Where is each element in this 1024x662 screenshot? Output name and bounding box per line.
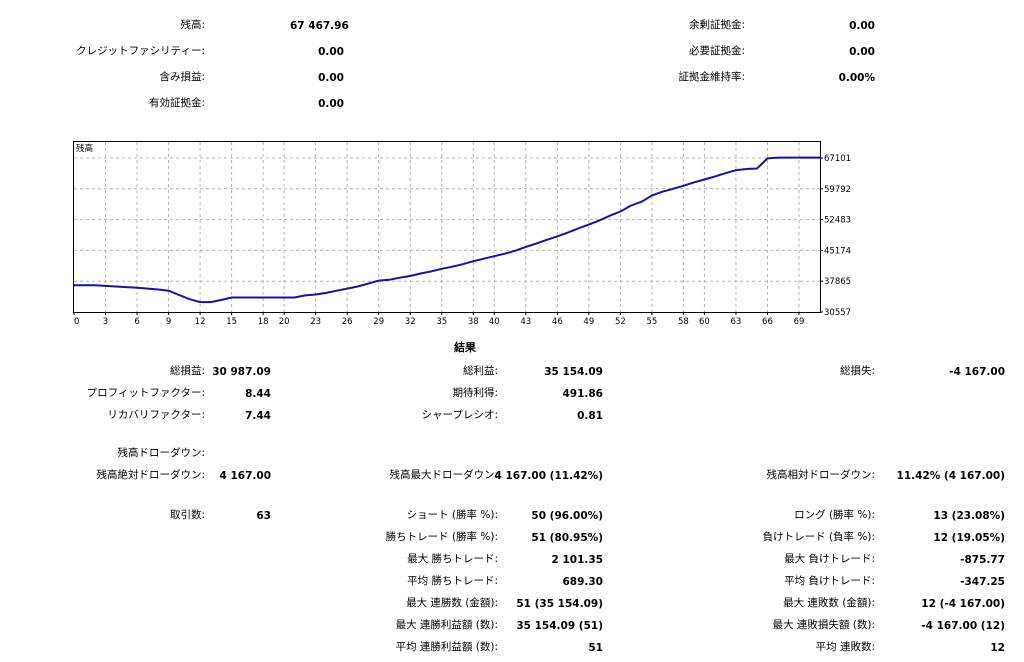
x-tick-label: 43 bbox=[520, 317, 531, 327]
x-tick-label: 69 bbox=[794, 317, 805, 327]
max-dd-value: 4 167.00 (11.42%) bbox=[494, 470, 603, 482]
x-tick-label: 55 bbox=[646, 317, 657, 327]
x-tick-label: 26 bbox=[342, 317, 353, 327]
loss-trades-value: 12 (19.05%) bbox=[933, 532, 1005, 544]
rel-dd-label: 残高相対ドローダウン: bbox=[766, 469, 875, 481]
avg-cons-losses-value: 12 bbox=[990, 642, 1005, 654]
max-win-label: 最大 勝ちトレード: bbox=[407, 553, 498, 565]
y-tick-label: 67101 bbox=[824, 154, 851, 164]
results-title: 結果 bbox=[454, 341, 476, 354]
avg-loss-label: 平均 負けトレード: bbox=[784, 575, 875, 587]
rel-dd-value: 11.42% (4 167.00) bbox=[896, 470, 1005, 482]
max-cons-profit-value: 35 154.09 (51) bbox=[516, 620, 603, 632]
win-trades-value: 51 (80.95%) bbox=[531, 532, 603, 544]
chart-frame bbox=[73, 141, 821, 313]
short-label: ショート (勝率 %): bbox=[406, 509, 498, 521]
y-tick-label: 37865 bbox=[824, 277, 851, 287]
y-tick-label: 52483 bbox=[824, 216, 851, 226]
x-tick-label: 9 bbox=[166, 317, 171, 327]
x-tick-label: 49 bbox=[583, 317, 594, 327]
max-dd-label: 残高最大ドローダウン: bbox=[389, 469, 498, 481]
x-axis: 0 3 6 9 12 15 18 20 23 26 29 32 35 38 40 43 46 49 52 55 58 60… bbox=[73, 312, 805, 327]
max-cons-loss-amt-label: 最大 連敗損失額 (数): bbox=[772, 619, 875, 631]
x-tick-label: 66 bbox=[762, 317, 773, 327]
y-tick-label: 59792 bbox=[824, 185, 851, 195]
loss-trades-label: 負けトレード (負率 %): bbox=[762, 531, 875, 543]
avg-loss-value: -347.25 bbox=[960, 576, 1005, 588]
x-tick-label: 58 bbox=[678, 317, 689, 327]
expected-payoff-label: 期待利得: bbox=[452, 387, 498, 399]
x-tick-label: 60 bbox=[699, 317, 710, 327]
chart-title: 残高 bbox=[76, 143, 93, 154]
abs-dd-value: 4 167.00 bbox=[219, 470, 271, 482]
avg-win-value: 689.30 bbox=[562, 576, 603, 588]
x-tick-label: 15 bbox=[226, 317, 237, 327]
y-tick-label: 30557 bbox=[824, 308, 851, 318]
x-tick-label: 12 bbox=[195, 317, 206, 327]
max-loss-label: 最大 負けトレード: bbox=[784, 553, 875, 565]
sharpe-value: 0.81 bbox=[577, 410, 603, 422]
avg-cons-wins-value: 51 bbox=[588, 642, 603, 654]
max-loss-value: -875.77 bbox=[960, 554, 1005, 566]
gross-total-value: 30 987.09 bbox=[212, 366, 271, 378]
x-tick-label: 29 bbox=[373, 317, 384, 327]
trades-label: 取引数: bbox=[169, 509, 205, 521]
max-cons-profit-label: 最大 連勝利益額 (数): bbox=[395, 619, 498, 631]
long-label: ロング (勝率 %): bbox=[794, 509, 875, 521]
y-tick-label: 45174 bbox=[824, 246, 851, 256]
short-value: 50 (96.00%) bbox=[531, 510, 603, 522]
gross-profit-value: 35 154.09 bbox=[544, 366, 603, 378]
gross-total-label: 総損益: bbox=[169, 365, 205, 377]
max-cons-losses-label: 最大 連敗数 (金額): bbox=[783, 597, 875, 609]
x-tick-label: 52 bbox=[615, 317, 626, 327]
win-trades-label: 勝ちトレード (勝率 %): bbox=[385, 531, 498, 543]
y-axis: 67101 59792 52483 45174 37865 30557 bbox=[820, 154, 851, 318]
gross-profit-label: 総利益: bbox=[462, 365, 498, 377]
x-tick-label: 32 bbox=[405, 317, 416, 327]
x-tick-label: 0 bbox=[74, 317, 79, 327]
avg-cons-losses-label: 平均 連敗数: bbox=[815, 641, 875, 653]
profit-factor-label: プロフィットファクター: bbox=[86, 387, 205, 399]
abs-dd-label: 残高絶対ドローダウン: bbox=[96, 469, 205, 481]
balance-chart: 残高 671015979252483451743786530557 0 3 6 9 12… bbox=[73, 141, 851, 327]
x-tick-label: 23 bbox=[310, 317, 321, 327]
avg-win-label: 平均 勝ちトレード: bbox=[407, 575, 498, 587]
max-cons-wins-value: 51 (35 154.09) bbox=[516, 598, 603, 610]
x-tick-label: 46 bbox=[552, 317, 563, 327]
avg-cons-wins-label: 平均 連勝利益額 (数): bbox=[395, 641, 498, 653]
x-tick-label: 3 bbox=[103, 317, 108, 327]
recovery-factor-value: 7.44 bbox=[245, 410, 271, 422]
recovery-factor-label: リカバリファクター: bbox=[107, 409, 205, 421]
x-tick-label: 38 bbox=[468, 317, 479, 327]
sharpe-label: シャープレシオ: bbox=[421, 409, 498, 421]
x-tick-label: 20 bbox=[279, 317, 290, 327]
trades-value: 63 bbox=[256, 510, 271, 522]
max-cons-wins-label: 最大 連勝数 (金額): bbox=[406, 597, 498, 609]
x-tick-label: 40 bbox=[489, 317, 500, 327]
x-tick-label: 35 bbox=[436, 317, 447, 327]
x-tick-label: 6 bbox=[134, 317, 139, 327]
gross-loss-label: 総損失: bbox=[839, 365, 875, 377]
expected-payoff-value: 491.86 bbox=[562, 388, 603, 400]
long-value: 13 (23.08%) bbox=[933, 510, 1005, 522]
max-win-value: 2 101.35 bbox=[551, 554, 603, 566]
max-cons-losses-value: 12 (-4 167.00) bbox=[921, 598, 1005, 610]
balance-dd-label: 残高ドローダウン: bbox=[117, 447, 205, 459]
x-tick-label: 63 bbox=[731, 317, 742, 327]
x-tick-label: 18 bbox=[258, 317, 269, 327]
profit-factor-value: 8.44 bbox=[245, 388, 271, 400]
gross-loss-value: -4 167.00 bbox=[949, 366, 1005, 378]
max-cons-loss-amt-value: -4 167.00 (12) bbox=[921, 620, 1005, 632]
